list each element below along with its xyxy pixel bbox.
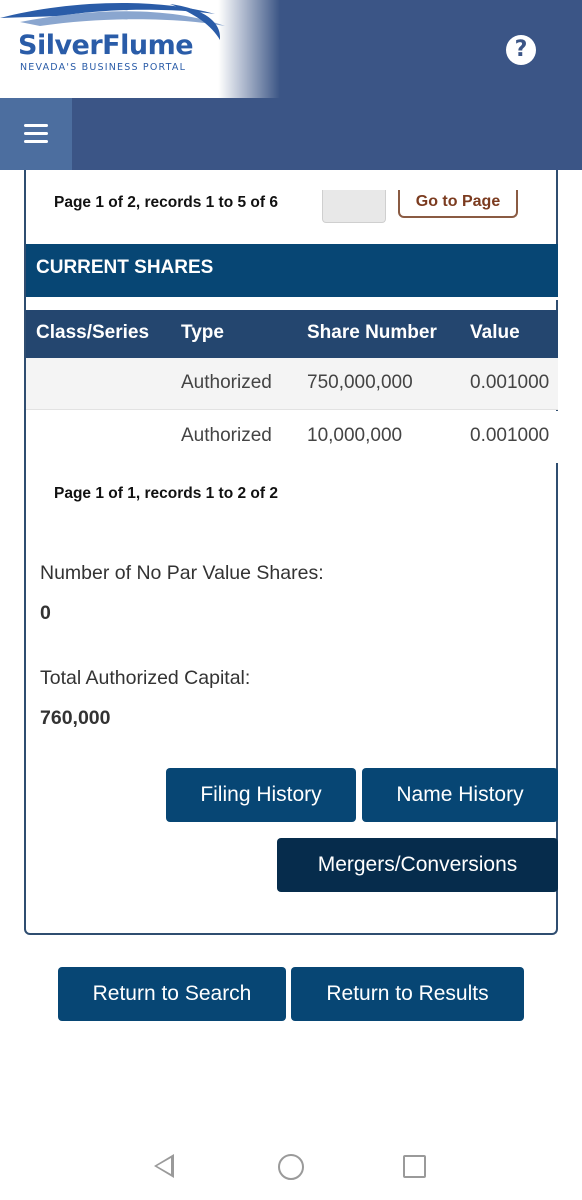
- mergers-conversions-button[interactable]: Mergers/Conversions: [277, 838, 558, 892]
- hamburger-menu-icon-bar: [24, 132, 48, 135]
- no-par-shares-value: 0: [40, 602, 51, 624]
- hamburger-menu-button[interactable]: [0, 98, 72, 170]
- column-header-class-series[interactable]: Class/Series: [36, 322, 149, 344]
- go-to-page-button[interactable]: Go to Page: [398, 190, 518, 218]
- shares-table-header: Class/Series Type Share Number Value: [26, 310, 558, 358]
- cell-value: 0.001000: [470, 372, 550, 393]
- name-history-button[interactable]: Name History: [362, 768, 558, 822]
- total-capital-value: 760,000: [40, 707, 111, 729]
- cell-share-number: 10,000,000: [307, 425, 403, 446]
- column-header-value[interactable]: Value: [470, 322, 520, 344]
- table-row: Authorized 10,000,000 0.001000: [26, 411, 558, 463]
- cell-type: Authorized: [181, 425, 272, 446]
- cell-share-number: 750,000,000: [307, 372, 413, 393]
- filing-history-button[interactable]: Filing History: [166, 768, 356, 822]
- pager-status-top: Page 1 of 2, records 1 to 5 of 6: [54, 194, 278, 211]
- question-circle-icon[interactable]: ?: [506, 35, 536, 65]
- logo-subtitle: NEVADA'S BUSINESS PORTAL: [20, 62, 187, 73]
- no-par-shares-label: Number of No Par Value Shares:: [40, 562, 324, 584]
- return-to-results-button[interactable]: Return to Results: [291, 967, 524, 1021]
- recent-apps-icon[interactable]: [403, 1155, 426, 1178]
- page-number-input[interactable]: [322, 190, 386, 223]
- column-header-share-number[interactable]: Share Number: [307, 322, 437, 344]
- hamburger-menu-icon: [24, 124, 48, 127]
- pager-status-bottom: Page 1 of 1, records 1 to 2 of 2: [54, 485, 278, 502]
- hamburger-menu-icon-bar: [24, 140, 48, 143]
- cell-type: Authorized: [181, 372, 272, 393]
- cell-value: 0.001000: [470, 425, 550, 446]
- site-header: SilverFlume NEVADA'S BUSINESS PORTAL ?: [0, 0, 582, 170]
- silverflume-logo[interactable]: SilverFlume NEVADA'S BUSINESS PORTAL: [0, 0, 280, 98]
- shares-card: Page 1 of 2, records 1 to 5 of 6 Go to P…: [24, 170, 558, 935]
- table-row: Authorized 750,000,000 0.001000: [26, 358, 558, 410]
- current-shares-heading: CURRENT SHARES: [26, 244, 558, 300]
- logo-title: SilverFlume: [18, 30, 194, 61]
- column-header-type[interactable]: Type: [181, 322, 224, 344]
- home-icon[interactable]: [278, 1154, 304, 1180]
- back-icon[interactable]: [154, 1154, 174, 1178]
- return-to-search-button[interactable]: Return to Search: [58, 967, 286, 1021]
- total-capital-label: Total Authorized Capital:: [40, 667, 251, 689]
